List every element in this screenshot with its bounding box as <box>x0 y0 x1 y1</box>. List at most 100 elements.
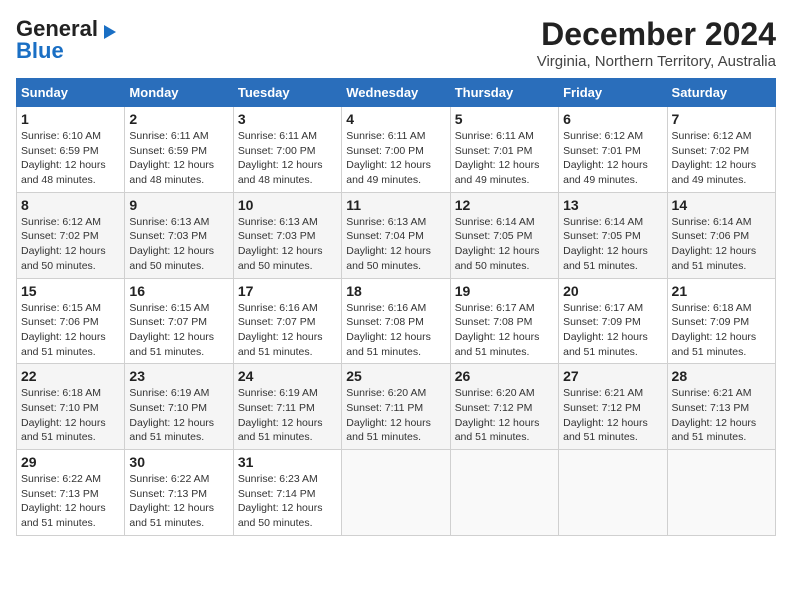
table-row: 25 Sunrise: 6:20 AM Sunset: 7:11 PM Dayli… <box>342 364 450 450</box>
table-row: 30 Sunrise: 6:22 AM Sunset: 7:13 PM Dayli… <box>125 450 233 536</box>
day-info: Sunrise: 6:11 AM Sunset: 7:01 PM Dayligh… <box>455 129 554 188</box>
day-number: 3 <box>238 111 337 127</box>
table-row: 3 Sunrise: 6:11 AM Sunset: 7:00 PM Daylig… <box>233 107 341 193</box>
day-info: Sunrise: 6:11 AM Sunset: 6:59 PM Dayligh… <box>129 129 228 188</box>
day-info: Sunrise: 6:20 AM Sunset: 7:11 PM Dayligh… <box>346 386 445 445</box>
day-info: Sunrise: 6:14 AM Sunset: 7:05 PM Dayligh… <box>563 215 662 274</box>
day-number: 19 <box>455 283 554 299</box>
table-row: 13Sunrise: 6:14 AM Sunset: 7:05 PM Dayli… <box>559 192 667 278</box>
day-number: 11 <box>346 197 445 213</box>
day-info: Sunrise: 6:17 AM Sunset: 7:09 PM Dayligh… <box>563 301 662 360</box>
day-info: Sunrise: 6:13 AM Sunset: 7:03 PM Dayligh… <box>129 215 228 274</box>
day-info: Sunrise: 6:21 AM Sunset: 7:13 PM Dayligh… <box>672 386 771 445</box>
calendar-table: Sunday Monday Tuesday Wednesday Thursday… <box>16 78 776 536</box>
table-row: 2 Sunrise: 6:11 AM Sunset: 6:59 PM Daylig… <box>125 107 233 193</box>
day-number: 26 <box>455 368 554 384</box>
day-info: Sunrise: 6:18 AM Sunset: 7:09 PM Dayligh… <box>672 301 771 360</box>
day-info: Sunrise: 6:11 AM Sunset: 7:00 PM Dayligh… <box>346 129 445 188</box>
table-row <box>667 450 775 536</box>
day-number: 4 <box>346 111 445 127</box>
logo-arrow-icon <box>104 25 116 39</box>
day-info: Sunrise: 6:19 AM Sunset: 7:11 PM Dayligh… <box>238 386 337 445</box>
day-number: 22 <box>21 368 120 384</box>
calendar-header-row: Sunday Monday Tuesday Wednesday Thursday… <box>17 79 776 107</box>
day-number: 5 <box>455 111 554 127</box>
day-number: 12 <box>455 197 554 213</box>
table-row: 12 Sunrise: 6:14 AM Sunset: 7:05 PM Dayli… <box>450 192 558 278</box>
col-thursday: Thursday <box>450 79 558 107</box>
col-friday: Friday <box>559 79 667 107</box>
day-number: 21 <box>672 283 771 299</box>
day-info: Sunrise: 6:22 AM Sunset: 7:13 PM Dayligh… <box>129 472 228 531</box>
day-info: Sunrise: 6:15 AM Sunset: 7:07 PM Dayligh… <box>129 301 228 360</box>
day-number: 24 <box>238 368 337 384</box>
table-row: 21 Sunrise: 6:18 AM Sunset: 7:09 PM Dayli… <box>667 278 775 364</box>
day-info: Sunrise: 6:16 AM Sunset: 7:08 PM Dayligh… <box>346 301 445 360</box>
calendar-week-row: 22Sunrise: 6:18 AM Sunset: 7:10 PM Dayli… <box>17 364 776 450</box>
day-info: Sunrise: 6:20 AM Sunset: 7:12 PM Dayligh… <box>455 386 554 445</box>
day-info: Sunrise: 6:21 AM Sunset: 7:12 PM Dayligh… <box>563 386 662 445</box>
table-row <box>450 450 558 536</box>
table-row: 19 Sunrise: 6:17 AM Sunset: 7:08 PM Dayli… <box>450 278 558 364</box>
day-number: 10 <box>238 197 337 213</box>
table-row: 7Sunrise: 6:12 AM Sunset: 7:02 PM Daylig… <box>667 107 775 193</box>
table-row: 31Sunrise: 6:23 AM Sunset: 7:14 PM Dayli… <box>233 450 341 536</box>
day-info: Sunrise: 6:12 AM Sunset: 7:02 PM Dayligh… <box>21 215 120 274</box>
day-info: Sunrise: 6:22 AM Sunset: 7:13 PM Dayligh… <box>21 472 120 531</box>
table-row: 11 Sunrise: 6:13 AM Sunset: 7:04 PM Dayli… <box>342 192 450 278</box>
day-number: 14 <box>672 197 771 213</box>
day-number: 1 <box>21 111 120 127</box>
day-info: Sunrise: 6:14 AM Sunset: 7:05 PM Dayligh… <box>455 215 554 274</box>
table-row: 9 Sunrise: 6:13 AM Sunset: 7:03 PM Daylig… <box>125 192 233 278</box>
table-row <box>559 450 667 536</box>
table-row: 16Sunrise: 6:15 AM Sunset: 7:07 PM Dayli… <box>125 278 233 364</box>
col-sunday: Sunday <box>17 79 125 107</box>
table-row: 24 Sunrise: 6:19 AM Sunset: 7:11 PM Dayli… <box>233 364 341 450</box>
day-info: Sunrise: 6:11 AM Sunset: 7:00 PM Dayligh… <box>238 129 337 188</box>
col-monday: Monday <box>125 79 233 107</box>
table-row <box>342 450 450 536</box>
table-row: 10 Sunrise: 6:13 AM Sunset: 7:03 PM Dayli… <box>233 192 341 278</box>
day-number: 27 <box>563 368 662 384</box>
table-row: 18 Sunrise: 6:16 AM Sunset: 7:08 PM Dayli… <box>342 278 450 364</box>
day-number: 18 <box>346 283 445 299</box>
day-info: Sunrise: 6:16 AM Sunset: 7:07 PM Dayligh… <box>238 301 337 360</box>
table-row: 1 Sunrise: 6:10 AM Sunset: 6:59 PM Daylig… <box>17 107 125 193</box>
col-wednesday: Wednesday <box>342 79 450 107</box>
day-info: Sunrise: 6:10 AM Sunset: 6:59 PM Dayligh… <box>21 129 120 188</box>
day-number: 2 <box>129 111 228 127</box>
day-number: 29 <box>21 454 120 470</box>
day-number: 30 <box>129 454 228 470</box>
day-info: Sunrise: 6:15 AM Sunset: 7:06 PM Dayligh… <box>21 301 120 360</box>
logo-general: General <box>16 16 98 41</box>
page-subtitle: Virginia, Northern Territory, Australia <box>537 53 776 70</box>
day-number: 20 <box>563 283 662 299</box>
table-row: 6 Sunrise: 6:12 AM Sunset: 7:01 PM Daylig… <box>559 107 667 193</box>
day-info: Sunrise: 6:13 AM Sunset: 7:04 PM Dayligh… <box>346 215 445 274</box>
logo: General Blue <box>16 16 116 64</box>
table-row: 17 Sunrise: 6:16 AM Sunset: 7:07 PM Dayli… <box>233 278 341 364</box>
day-info: Sunrise: 6:12 AM Sunset: 7:01 PM Dayligh… <box>563 129 662 188</box>
day-number: 9 <box>129 197 228 213</box>
table-row: 27 Sunrise: 6:21 AM Sunset: 7:12 PM Dayli… <box>559 364 667 450</box>
day-info: Sunrise: 6:17 AM Sunset: 7:08 PM Dayligh… <box>455 301 554 360</box>
day-number: 6 <box>563 111 662 127</box>
table-row: 14Sunrise: 6:14 AM Sunset: 7:06 PM Dayli… <box>667 192 775 278</box>
col-saturday: Saturday <box>667 79 775 107</box>
day-number: 17 <box>238 283 337 299</box>
day-info: Sunrise: 6:13 AM Sunset: 7:03 PM Dayligh… <box>238 215 337 274</box>
calendar-week-row: 8 Sunrise: 6:12 AM Sunset: 7:02 PM Daylig… <box>17 192 776 278</box>
day-number: 23 <box>129 368 228 384</box>
table-row: 29 Sunrise: 6:22 AM Sunset: 7:13 PM Dayli… <box>17 450 125 536</box>
page-title: December 2024 <box>537 16 776 53</box>
title-area: December 2024 Virginia, Northern Territo… <box>537 16 776 70</box>
day-number: 8 <box>21 197 120 213</box>
day-number: 15 <box>21 283 120 299</box>
table-row: 4 Sunrise: 6:11 AM Sunset: 7:00 PM Daylig… <box>342 107 450 193</box>
table-row: 28Sunrise: 6:21 AM Sunset: 7:13 PM Dayli… <box>667 364 775 450</box>
day-number: 25 <box>346 368 445 384</box>
table-row: 23 Sunrise: 6:19 AM Sunset: 7:10 PM Dayli… <box>125 364 233 450</box>
day-info: Sunrise: 6:19 AM Sunset: 7:10 PM Dayligh… <box>129 386 228 445</box>
page-header: General Blue December 2024 Virginia, Nor… <box>16 16 776 70</box>
table-row: 22Sunrise: 6:18 AM Sunset: 7:10 PM Dayli… <box>17 364 125 450</box>
